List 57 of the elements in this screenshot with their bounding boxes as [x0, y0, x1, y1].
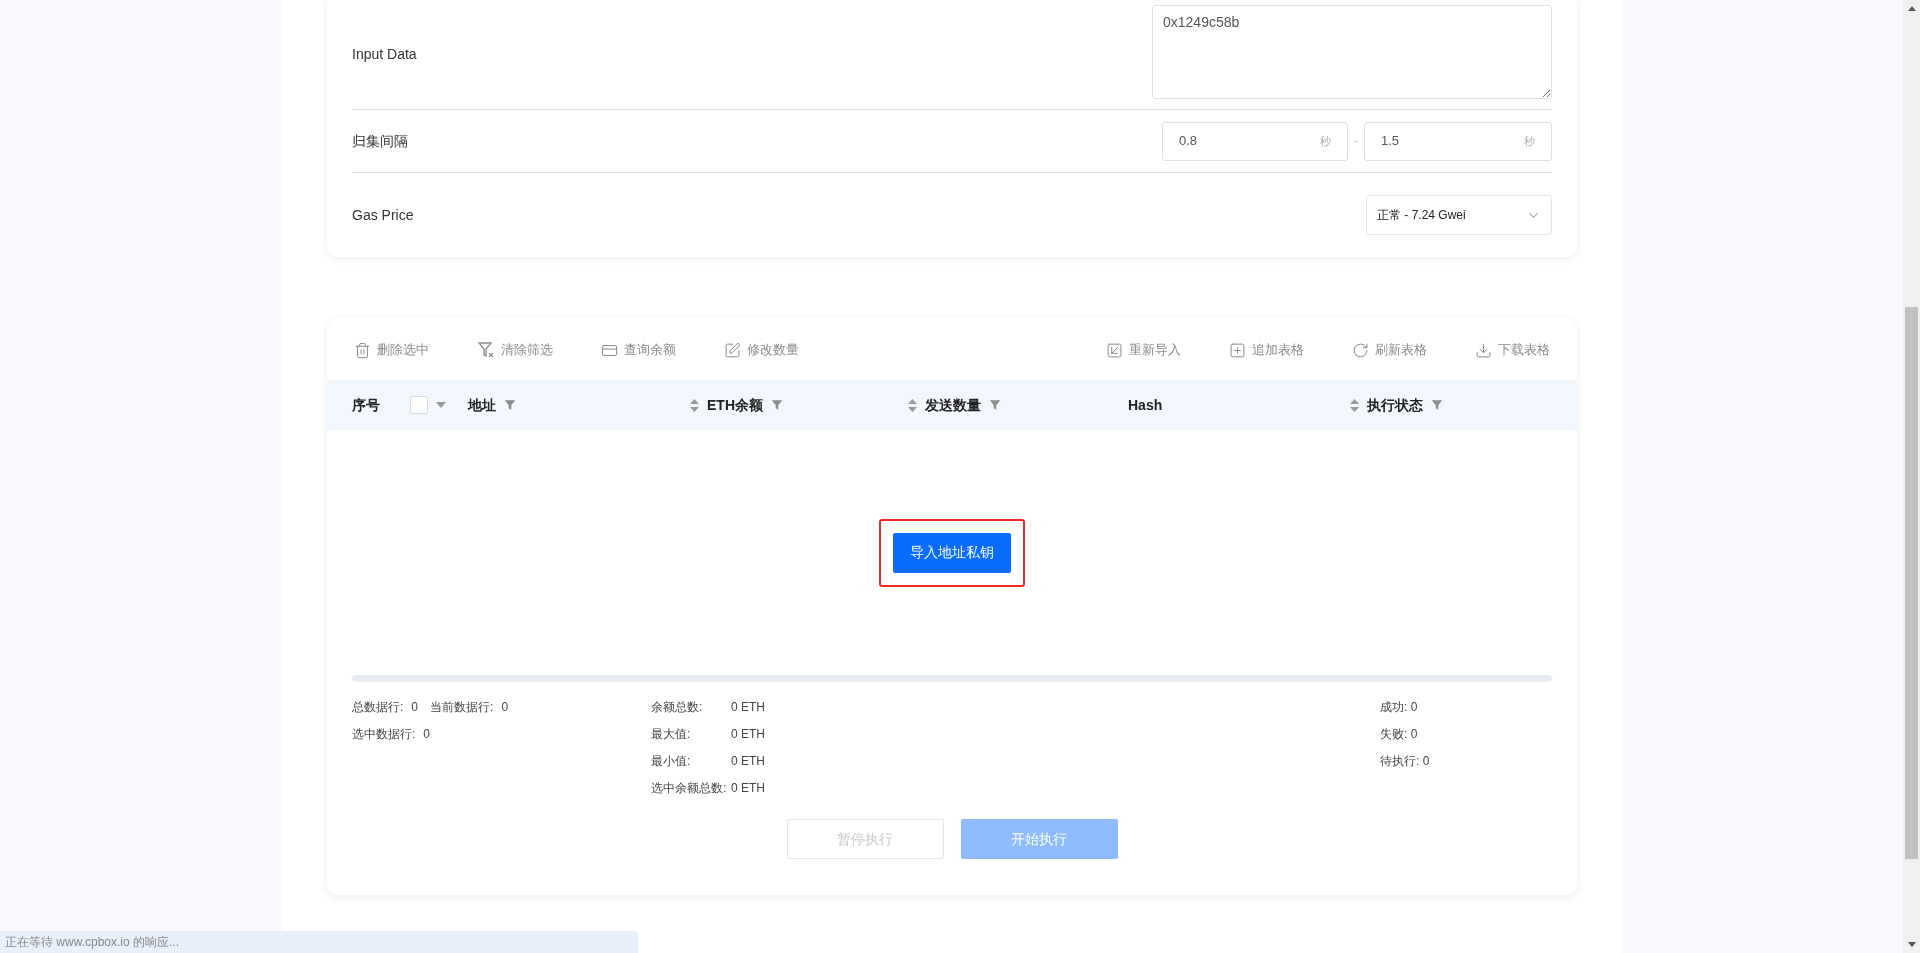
field-label: Gas Price [352, 205, 414, 225]
interval-min-field[interactable]: 0.8 秒 [1162, 121, 1348, 161]
import-icon [1106, 341, 1123, 359]
toolbar-button[interactable]: 下载表格 [1475, 340, 1550, 360]
status-bar: 正在等待 www.cpbox.io 的响应... [0, 931, 638, 953]
sort-icon[interactable] [690, 398, 699, 412]
toolbar-button[interactable]: 清除筛选 [477, 340, 553, 360]
sort-icon[interactable] [908, 398, 917, 412]
edit-icon [724, 341, 741, 359]
column-header: Hash [1128, 395, 1163, 415]
plus-icon [1229, 341, 1246, 359]
trash-icon [354, 341, 371, 359]
stat-text: 当前数据行: 0 [430, 699, 509, 716]
stat-label: 最小值: [651, 753, 692, 770]
column-header: 执行状态 [1367, 395, 1423, 415]
stat-value: 0 ETH [731, 753, 765, 770]
column-header: 地址 [468, 395, 496, 415]
sort-icon[interactable] [1350, 398, 1359, 412]
toolbar-button[interactable]: 删除选中 [354, 340, 429, 360]
toolbar-button[interactable]: 修改数量 [724, 340, 799, 360]
vertical-scrollbar[interactable] [1903, 0, 1920, 953]
stat-label: 余额总数: [651, 699, 704, 716]
toolbar-button[interactable]: 重新导入 [1106, 340, 1181, 360]
download-icon [1475, 341, 1492, 359]
caret-icon[interactable] [436, 402, 446, 408]
range-separator: - [1354, 133, 1358, 150]
filter-icon[interactable] [989, 399, 1001, 411]
filter-icon[interactable] [1431, 399, 1443, 411]
stat-text: 总数据行: 0 [352, 699, 419, 716]
scroll-down-icon[interactable] [1907, 942, 1916, 947]
scroll-up-icon[interactable] [1907, 6, 1916, 11]
input-data-field[interactable]: 0x1249c58b [1152, 5, 1552, 99]
gas-price-select[interactable]: 正常 - 7.24 Gwei [1366, 195, 1552, 235]
stat-label: 最大值: [651, 726, 692, 743]
stat-text: 成功: 0 [1380, 699, 1419, 716]
filter-clear-icon [477, 341, 495, 359]
select-all-checkbox[interactable] [410, 396, 428, 414]
stat-label: 选中余额总数: [651, 780, 728, 797]
stat-value: 0 ETH [731, 726, 765, 743]
column-header: ETH余额 [707, 395, 763, 415]
column-header: 序号 [352, 395, 380, 415]
toolbar-button[interactable]: 查询余额 [601, 340, 676, 360]
stat-text: 失败: 0 [1380, 726, 1419, 743]
import-keys-button[interactable]: 导入地址私钥 [893, 532, 1011, 573]
filter-icon[interactable] [504, 399, 516, 411]
field-label: 归集间隔 [352, 131, 408, 151]
toolbar-button[interactable]: 刷新表格 [1352, 340, 1427, 360]
stat-value: 0 ETH [731, 699, 765, 716]
filter-icon[interactable] [771, 399, 783, 411]
toolbar-button[interactable]: 追加表格 [1229, 340, 1304, 360]
stat-value: 0 ETH [731, 780, 765, 797]
stat-text: 待执行: 0 [1380, 753, 1431, 770]
refresh-icon [1352, 341, 1369, 359]
interval-max-field[interactable]: 1.5 秒 [1364, 121, 1552, 161]
column-header: 发送数量 [925, 395, 981, 415]
field-label: Input Data [352, 45, 417, 64]
stat-text: 选中数据行: 0 [352, 726, 431, 743]
